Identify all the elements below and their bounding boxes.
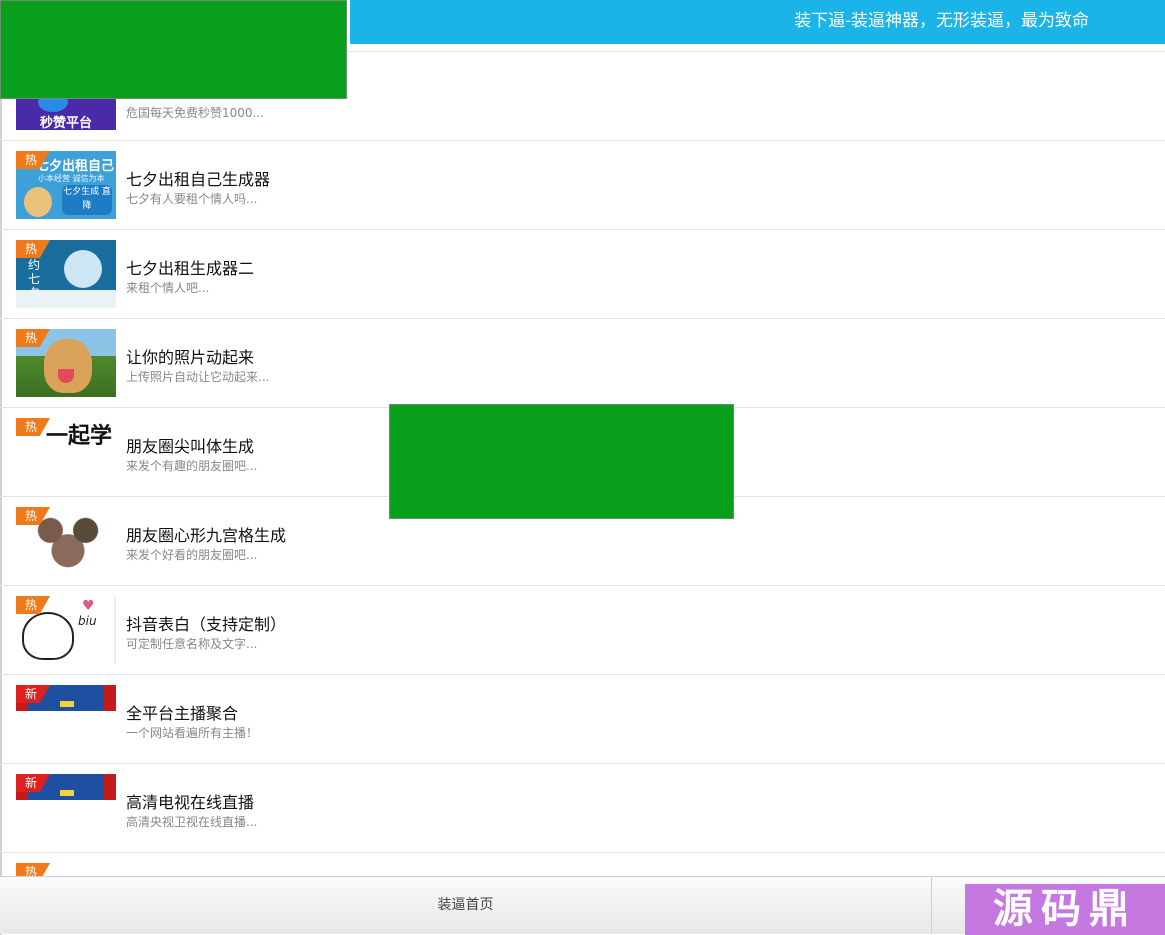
hot-badge: 热	[16, 418, 50, 436]
badge-wrap: 热	[16, 240, 116, 308]
badge-wrap: 热	[16, 507, 116, 575]
item-title: 高清电视在线直播	[126, 793, 255, 812]
list-item[interactable]: 热 让你的照片动起来 上传照片自动让它动起来...	[0, 319, 1165, 408]
item-description: 七夕有人要租个情人吗...	[126, 192, 258, 206]
item-title: 七夕出租自己生成器	[126, 170, 271, 189]
hot-badge: 热	[16, 596, 50, 614]
home-button[interactable]: 装逼首页	[0, 877, 932, 934]
item-description: 来租个情人吧...	[126, 281, 210, 295]
header-title: 装下逼-装逼神器，无形装逼，最为致命	[794, 11, 1089, 31]
hot-badge: 热	[16, 240, 50, 258]
item-title: 七夕出租生成器二	[126, 259, 255, 278]
list-item[interactable]: 新 全平台主播聚合 一个网站看遍所有主播！	[0, 675, 1165, 764]
list-item[interactable]: 新 高清电视在线直播 高清央视卫视在线直播...	[0, 764, 1165, 853]
item-description: 来发个有趣的朋友圈吧...	[126, 459, 258, 473]
item-title: 朋友圈心形九宫格生成	[126, 526, 287, 545]
header-bar: 装下逼-装逼神器，无形装逼，最为致命	[350, 0, 1165, 44]
overlay-block-middle	[389, 404, 734, 519]
list-item[interactable]: ♥ biu 热 抖音表白（支持定制） 可定制任意名称及文字...	[0, 586, 1165, 675]
badge-wrap: 热	[16, 151, 116, 219]
watermark-logo: 源码鼎	[965, 884, 1165, 935]
home-button-label: 装逼首页	[437, 897, 494, 913]
thumbnail-caption: 秒赞平台	[39, 116, 92, 130]
watermark-text: 源码鼎	[993, 885, 1137, 932]
badge-wrap: 热	[16, 329, 116, 397]
new-badge: 新	[16, 685, 50, 703]
hot-badge: 热	[16, 507, 50, 525]
hot-badge: 热	[16, 151, 50, 169]
item-description: 上传照片自动让它动起来...	[126, 370, 270, 384]
badge-wrap: 新	[16, 774, 116, 842]
overlay-block-top	[0, 0, 347, 99]
badge-wrap: 新	[16, 685, 116, 753]
item-title: 全平台主播聚合	[126, 704, 239, 723]
item-description: 危国每天免费秒赞1000...	[126, 106, 264, 120]
item-description: 一个网站看遍所有主播！	[126, 726, 259, 740]
item-title: 抖音表白（支持定制）	[126, 615, 287, 634]
new-badge: 新	[16, 774, 50, 792]
item-description: 来发个好看的朋友圈吧...	[126, 548, 258, 562]
badge-wrap: 热	[16, 418, 116, 486]
item-description: 高清央视卫视在线直播...	[126, 815, 258, 829]
item-description: 可定制任意名称及文字...	[126, 637, 258, 651]
item-title: 让你的照片动起来	[126, 348, 255, 367]
badge-wrap: 热	[16, 596, 116, 664]
list-item[interactable]: 七夕出租自己 小本经营 诚信为本 七夕生成 直降 热 七夕出租自己生成器 七夕有…	[0, 141, 1165, 230]
item-title: 朋友圈尖叫体生成	[126, 437, 255, 456]
hot-badge: 热	[16, 329, 50, 347]
list-item[interactable]: 约七夕 热 七夕出租生成器二 来租个情人吧...	[0, 230, 1165, 319]
